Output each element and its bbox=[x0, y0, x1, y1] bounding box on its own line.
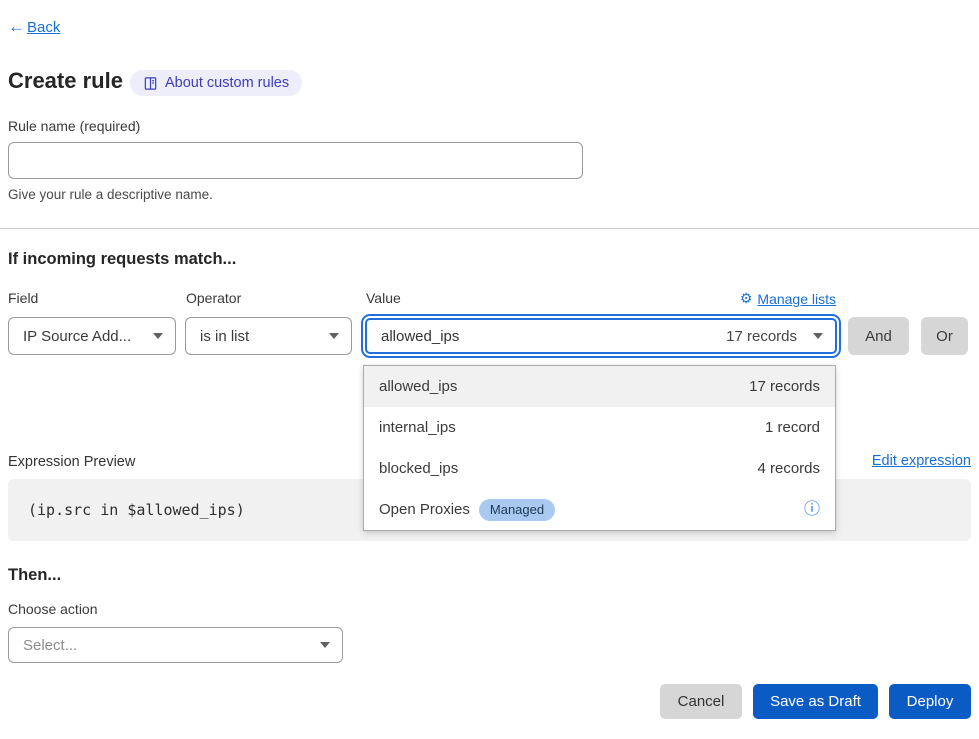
chevron-down-icon bbox=[320, 642, 330, 648]
or-button[interactable]: Or bbox=[921, 317, 968, 355]
chevron-down-icon bbox=[813, 333, 823, 339]
expression-code: (ip.src in $allowed_ips) bbox=[28, 501, 245, 519]
field-column-label: Field bbox=[8, 290, 38, 306]
list-item-open-proxies[interactable]: Open Proxies Managed ⓘ bbox=[364, 489, 835, 530]
action-select[interactable]: Select... bbox=[8, 627, 343, 663]
value-select[interactable]: allowed_ips 17 records bbox=[361, 314, 841, 358]
list-item-name: blocked_ips bbox=[379, 460, 757, 477]
field-select-value: IP Source Add... bbox=[23, 328, 143, 345]
about-custom-rules-link[interactable]: About custom rules bbox=[130, 70, 302, 96]
back-link-label: Back bbox=[27, 19, 60, 36]
operator-select-value: is in list bbox=[200, 328, 319, 345]
cancel-button[interactable]: Cancel bbox=[660, 684, 742, 719]
back-arrow-icon: ← bbox=[8, 17, 25, 37]
and-button[interactable]: And bbox=[848, 317, 909, 355]
about-custom-rules-label: About custom rules bbox=[165, 75, 289, 91]
list-item-records: 1 record bbox=[765, 419, 820, 436]
list-item-name: allowed_ips bbox=[379, 378, 749, 395]
match-section-heading: If incoming requests match... bbox=[8, 250, 236, 269]
rule-name-input[interactable] bbox=[8, 142, 583, 179]
list-item-name: internal_ips bbox=[379, 419, 765, 436]
info-icon[interactable]: ⓘ bbox=[804, 502, 820, 518]
field-select[interactable]: IP Source Add... bbox=[8, 317, 176, 355]
value-records-count: 17 records bbox=[726, 328, 797, 345]
list-item-records: 4 records bbox=[757, 460, 820, 477]
expression-preview-label: Expression Preview bbox=[8, 454, 135, 470]
manage-lists-label: Manage lists bbox=[757, 291, 836, 307]
gear-icon: ⚙ bbox=[740, 290, 753, 307]
save-as-draft-button[interactable]: Save as Draft bbox=[753, 684, 878, 719]
create-rule-page: ←Back Create rule About custom rules Rul… bbox=[0, 0, 979, 739]
rule-name-label: Rule name (required) bbox=[8, 118, 140, 134]
operator-column-label: Operator bbox=[186, 290, 241, 306]
managed-badge: Managed bbox=[479, 499, 555, 521]
list-item-records: 17 records bbox=[749, 378, 820, 395]
list-item-name: Open Proxies bbox=[379, 501, 470, 518]
chevron-down-icon bbox=[329, 333, 339, 339]
edit-expression-link[interactable]: Edit expression bbox=[872, 453, 971, 469]
then-section-heading: Then... bbox=[8, 566, 61, 585]
page-title: Create rule bbox=[8, 68, 123, 94]
back-link[interactable]: ←Back bbox=[8, 17, 60, 37]
manage-lists-link[interactable]: ⚙ Manage lists bbox=[730, 290, 836, 307]
action-select-placeholder: Select... bbox=[23, 637, 310, 654]
operator-select[interactable]: is in list bbox=[185, 317, 352, 355]
value-column-label: Value bbox=[366, 290, 401, 306]
deploy-button[interactable]: Deploy bbox=[889, 684, 971, 719]
list-item-allowed-ips[interactable]: allowed_ips 17 records bbox=[364, 366, 835, 407]
value-select-value: allowed_ips bbox=[381, 328, 726, 345]
list-item-internal-ips[interactable]: internal_ips 1 record bbox=[364, 407, 835, 448]
list-item-blocked-ips[interactable]: blocked_ips 4 records bbox=[364, 448, 835, 489]
rule-name-helper-text: Give your rule a descriptive name. bbox=[8, 187, 213, 202]
lists-dropdown-menu: allowed_ips 17 records internal_ips 1 re… bbox=[363, 365, 836, 531]
choose-action-label: Choose action bbox=[8, 601, 98, 617]
chevron-down-icon bbox=[153, 333, 163, 339]
section-divider bbox=[0, 228, 979, 229]
book-icon bbox=[143, 76, 158, 91]
